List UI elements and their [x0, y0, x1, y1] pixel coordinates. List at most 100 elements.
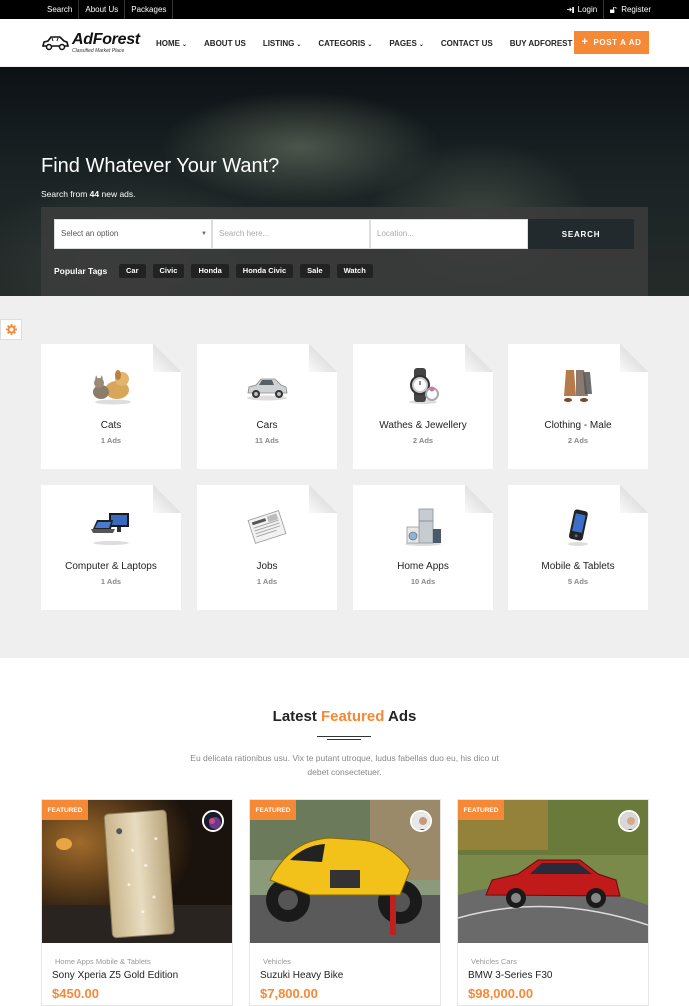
location-input[interactable]: Location...: [370, 219, 528, 249]
category-select[interactable]: Select an option ▼: [54, 219, 212, 249]
page-fold: [309, 485, 337, 513]
search-input[interactable]: Search here...: [212, 219, 370, 249]
unlock-icon: [610, 6, 617, 13]
category-card-mobile[interactable]: Mobile & Tablets 5 Ads: [508, 485, 648, 610]
latest-ads-title: Latest Featured Ads: [0, 708, 689, 725]
top-link-search[interactable]: Search: [41, 0, 80, 19]
ad-image[interactable]: FEATURED: [458, 800, 648, 943]
category-count: 2 Ads: [567, 436, 589, 445]
category-select-value: Select an option: [61, 229, 119, 238]
login-link[interactable]: Login: [561, 0, 604, 19]
ad-category[interactable]: Vehicles Cars: [471, 957, 517, 966]
category-card-computers[interactable]: Computer & Laptops 1 Ads: [41, 485, 181, 610]
category-name: Mobile & Tablets: [541, 561, 615, 572]
chevron-down-icon: ⌄: [296, 41, 302, 48]
chevron-down-icon: ⌄: [182, 41, 188, 48]
seller-avatar[interactable]: [202, 810, 224, 832]
category-name: Wathes & Jewellery: [379, 420, 467, 431]
tag[interactable]: Honda: [191, 264, 229, 278]
categories-section: Cats 1 Ads Cars 11 Ads Wathes & Jeweller…: [0, 296, 689, 658]
ad-title[interactable]: Suzuki Heavy Bike: [260, 970, 343, 981]
ad-card[interactable]: FEATURED Vehicles Cars BMW 3-Series F30 …: [457, 799, 649, 1006]
post-ad-button[interactable]: + POST A AD: [574, 31, 649, 54]
tag[interactable]: Sale: [300, 264, 330, 278]
category-card-cats[interactable]: Cats 1 Ads: [41, 344, 181, 469]
category-count: 5 Ads: [567, 577, 589, 586]
nav-categories-label: CATEGORIS: [318, 38, 366, 48]
caret-down-icon: ▼: [201, 231, 207, 237]
nav-home[interactable]: HOME ⌄: [156, 39, 187, 48]
category-count: 1 Ads: [100, 436, 122, 445]
title-divider: [327, 739, 361, 740]
category-card-clothing[interactable]: Clothing - Male 2 Ads: [508, 344, 648, 469]
ad-title[interactable]: Sony Xperia Z5 Gold Edition: [52, 970, 178, 981]
ad-category[interactable]: Vehicles: [263, 957, 291, 966]
ad-card[interactable]: FEATURED Vehicles Suzuki Heavy Bike $7,8…: [249, 799, 441, 1006]
category-count: 1 Ads: [256, 577, 278, 586]
latest-title-highlight: Featured: [321, 708, 385, 725]
top-bar: Search About Us Packages Login Register: [0, 0, 689, 19]
category-count: 2 Ads: [412, 436, 434, 445]
top-link-packages[interactable]: Packages: [125, 0, 174, 19]
nav-listing[interactable]: LISTING ⌄: [263, 39, 302, 48]
category-card-watches[interactable]: Wathes & Jewellery 2 Ads: [353, 344, 493, 469]
ad-image[interactable]: FEATURED: [250, 800, 440, 943]
register-link[interactable]: Register: [603, 0, 657, 19]
page-fold: [465, 485, 493, 513]
category-card-jobs[interactable]: Jobs 1 Ads: [197, 485, 337, 610]
category-count: 10 Ads: [410, 577, 436, 586]
ad-image[interactable]: FEATURED: [42, 800, 232, 943]
nav-pages[interactable]: PAGES ⌄: [389, 39, 423, 48]
gear-icon: [5, 324, 17, 335]
category-name: Jobs: [256, 561, 278, 572]
category-name: Home Apps: [397, 561, 449, 572]
hero-banner: Find Whatever Your Want? Search from 44 …: [0, 67, 689, 296]
ad-card[interactable]: FEATURED Home Apps Mobile & Tablets Sony…: [41, 799, 233, 1006]
hero-subtitle-suffix: new ads.: [99, 189, 136, 199]
settings-toggle[interactable]: [0, 319, 22, 340]
category-name: Computer & Laptops: [65, 561, 157, 572]
ad-title[interactable]: BMW 3-Series F30: [468, 970, 552, 981]
category-card-cars[interactable]: Cars 11 Ads: [197, 344, 337, 469]
top-link-about[interactable]: About Us: [79, 0, 126, 19]
hero-subtitle: Search from 44 new ads.: [41, 189, 136, 199]
title-divider: [317, 736, 371, 737]
ad-price: $98,000.00: [468, 986, 534, 1001]
ad-price: $7,800.00: [260, 986, 318, 1001]
nav-buy-label: BUY ADFOREST: [509, 38, 573, 48]
ad-category[interactable]: Home Apps Mobile & Tablets: [55, 957, 151, 966]
tag[interactable]: Car: [119, 264, 146, 278]
top-links: Search About Us Packages: [41, 0, 174, 19]
nav-categories[interactable]: CATEGORIS ⌄: [318, 39, 372, 48]
nav-buy[interactable]: BUY ADFOREST: [510, 39, 573, 48]
register-label: Register: [621, 5, 651, 14]
hero-title: Find Whatever Your Want?: [41, 155, 280, 177]
search-button[interactable]: SEARCH: [528, 219, 634, 249]
logo-title: AdForest: [72, 31, 140, 48]
main-nav: HOME ⌄ ABOUT US LISTING ⌄ CATEGORIS ⌄ PAGES…: [156, 19, 589, 67]
newspaper-icon: [247, 510, 287, 544]
ad-price: $450.00: [52, 986, 99, 1001]
page-fold: [309, 344, 337, 372]
plus-icon: +: [581, 36, 589, 48]
tag[interactable]: Honda Civic: [235, 264, 294, 278]
nav-contact-label: CONTACT US: [440, 38, 493, 48]
logo[interactable]: AdForest Classified Market Place: [41, 29, 140, 57]
seller-avatar[interactable]: [618, 810, 640, 832]
featured-badge: FEATURED: [458, 800, 504, 820]
search-panel: Select an option ▼ Search here... Locati…: [41, 207, 648, 296]
auth-links: Login Register: [561, 0, 657, 19]
seller-avatar[interactable]: [410, 810, 432, 832]
computer-icon: [91, 513, 129, 545]
chevron-down-icon: ⌄: [418, 41, 424, 48]
page-fold: [153, 485, 181, 513]
nav-about[interactable]: ABOUT US: [204, 39, 246, 48]
site-header: AdForest Classified Market Place HOME ⌄ A…: [0, 19, 689, 67]
nav-contact[interactable]: CONTACT US: [441, 39, 493, 48]
latest-title-part: Ads: [384, 708, 417, 725]
tag[interactable]: Watch: [336, 264, 373, 278]
page-fold: [153, 344, 181, 372]
tag[interactable]: Civic: [152, 264, 185, 278]
category-card-home-apps[interactable]: Home Apps 10 Ads: [353, 485, 493, 610]
featured-badge: FEATURED: [42, 800, 88, 820]
